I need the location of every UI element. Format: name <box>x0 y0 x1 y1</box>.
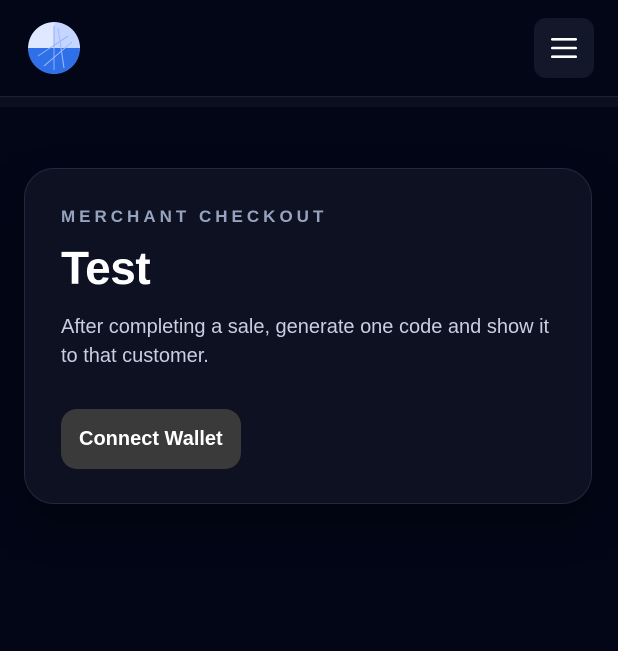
globe-logo-icon[interactable] <box>28 22 80 74</box>
card-eyebrow: MERCHANT CHECKOUT <box>61 207 328 226</box>
connect-wallet-button[interactable]: Connect Wallet <box>61 409 241 469</box>
hamburger-menu-icon <box>551 38 577 58</box>
card-description: After completing a sale, generate one co… <box>61 316 550 367</box>
hamburger-menu-button[interactable] <box>534 18 594 78</box>
merchant-checkout-card: MERCHANT CHECKOUT Test After completing … <box>24 168 592 504</box>
header-divider <box>0 97 618 107</box>
card-title: Test <box>61 242 151 294</box>
top-header <box>0 0 618 97</box>
